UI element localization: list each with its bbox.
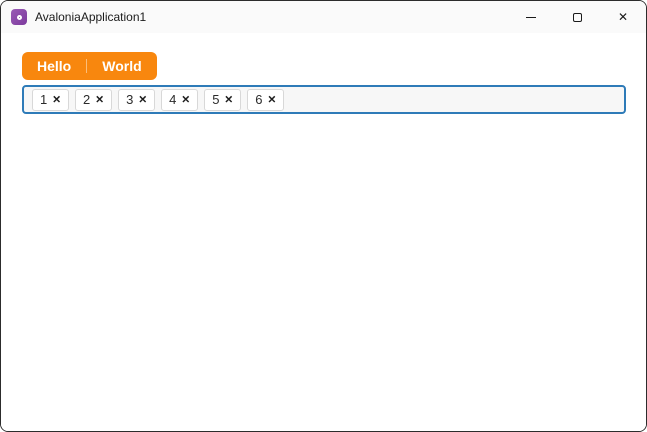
chip-1[interactable]: 1 ✕ (32, 88, 70, 111)
avalonia-logo-icon[interactable] (11, 9, 27, 25)
chip-remove-icon[interactable]: ✕ (95, 94, 104, 106)
chip-label: 4 (169, 92, 177, 107)
chip-remove-icon[interactable]: ✕ (267, 94, 276, 106)
window-title: AvaloniaApplication1 (35, 10, 147, 24)
chip-remove-icon[interactable]: ✕ (224, 94, 233, 106)
chip-label: 2 (83, 92, 91, 107)
chip-2[interactable]: 2 ✕ (75, 88, 113, 111)
main-content: Hello World 1 ✕ 2 ✕ 3 ✕ 4 ✕ 5 ✕ 6 ✕ (1, 33, 646, 431)
minimize-icon (526, 16, 536, 18)
chip-5[interactable]: 5 ✕ (204, 88, 242, 111)
maximize-icon (572, 12, 582, 22)
chip-remove-icon[interactable]: ✕ (181, 94, 190, 106)
caption-buttons: ✕ (508, 1, 646, 33)
chip-remove-icon[interactable]: ✕ (138, 94, 147, 106)
chip-label: 3 (126, 92, 134, 107)
chip-input-field[interactable]: 1 ✕ 2 ✕ 3 ✕ 4 ✕ 5 ✕ 6 ✕ (22, 85, 626, 114)
chip-3[interactable]: 3 ✕ (118, 88, 156, 111)
maximize-button[interactable] (554, 1, 600, 33)
chip-label: 5 (212, 92, 220, 107)
avalonia-logo-ring (16, 14, 22, 20)
chip-6[interactable]: 6 ✕ (247, 88, 285, 111)
world-button[interactable]: World (87, 52, 156, 80)
minimize-button[interactable] (508, 1, 554, 33)
chip-label: 6 (255, 92, 263, 107)
hello-world-button-group: Hello World (22, 52, 157, 80)
close-icon: ✕ (617, 10, 629, 24)
title-bar[interactable]: AvaloniaApplication1 ✕ (1, 1, 646, 33)
hello-button[interactable]: Hello (22, 52, 86, 80)
chip-4[interactable]: 4 ✕ (161, 88, 199, 111)
app-window: AvaloniaApplication1 ✕ Hello World 1 ✕ 2… (0, 0, 647, 432)
close-button[interactable]: ✕ (600, 1, 646, 33)
chip-remove-icon[interactable]: ✕ (52, 94, 61, 106)
chip-label: 1 (40, 92, 48, 107)
